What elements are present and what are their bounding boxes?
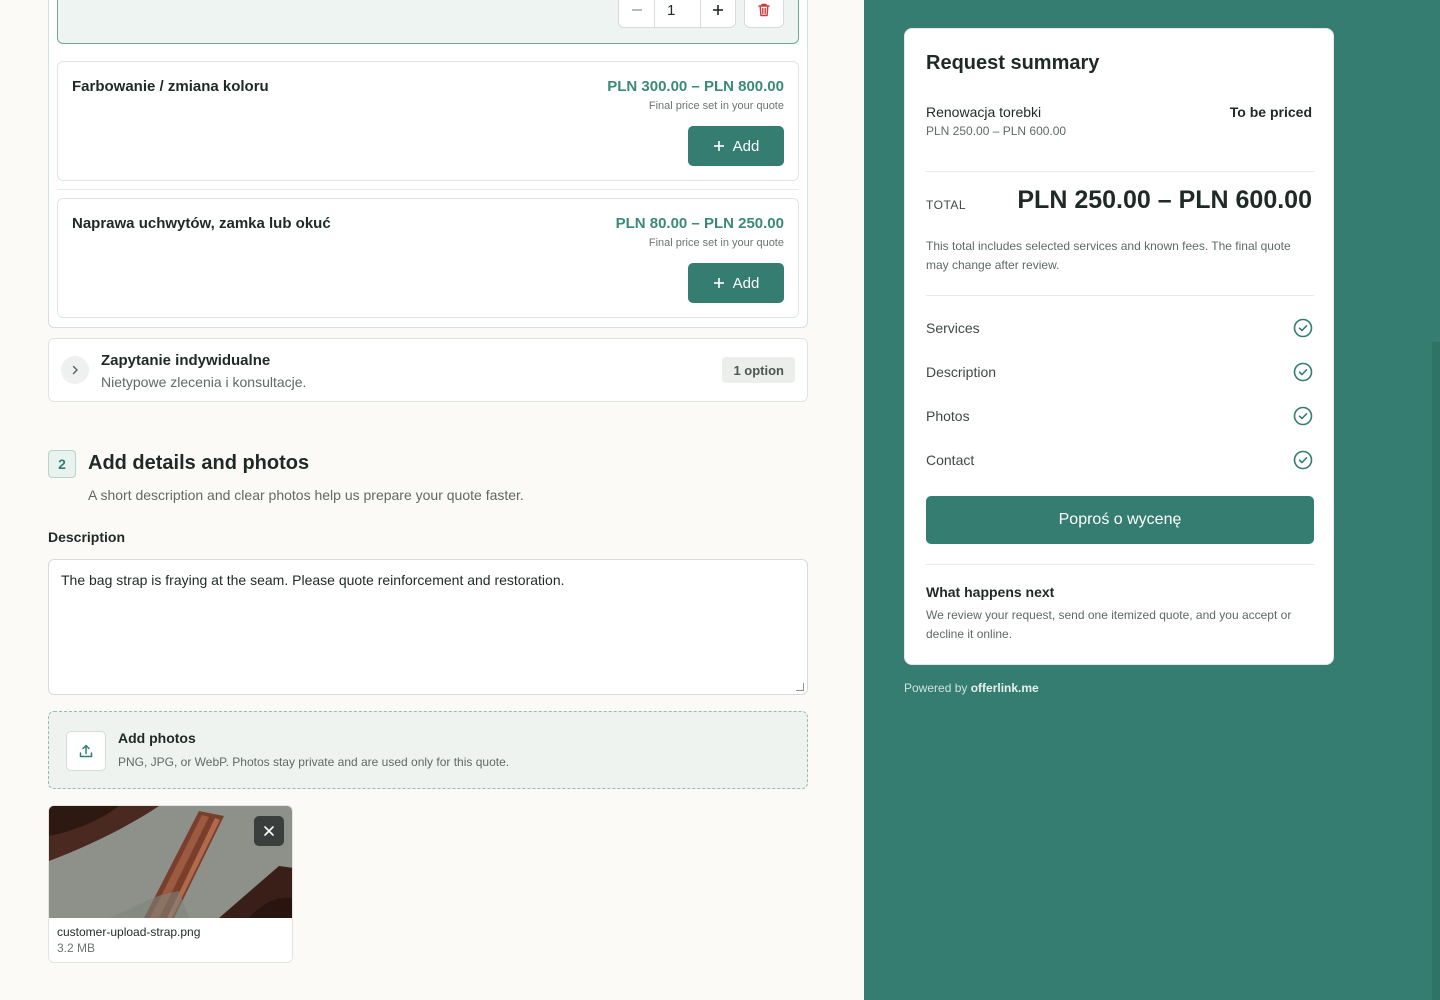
option-count-badge: 1 option (722, 357, 795, 383)
total-note: This total includes selected services an… (926, 239, 1291, 272)
summary-item-range: PLN 250.00 – PLN 600.00 (926, 124, 1067, 138)
plus-icon (713, 141, 724, 151)
add-button-label: Add (732, 137, 760, 155)
checklist-item: Photos (926, 405, 1314, 429)
divider (926, 295, 1314, 296)
close-icon (264, 826, 274, 836)
quantity-stepper[interactable]: 1 (618, 0, 736, 28)
expand-button[interactable] (61, 356, 89, 384)
divider (926, 564, 1314, 565)
decrement-button[interactable] (619, 0, 654, 27)
trash-icon (758, 3, 770, 17)
service-price-note: Final price set in your quote (648, 237, 784, 249)
category-custom-request[interactable]: Zapytanie indywidualne Nietypowe zleceni… (48, 338, 808, 402)
step-number: 2 (48, 450, 76, 478)
powered-prefix: Powered by (904, 681, 968, 695)
checklist-label: Description (926, 364, 997, 380)
upload-icon (79, 744, 93, 758)
add-service-button[interactable]: Add (688, 126, 784, 166)
check-circle-icon (1293, 406, 1313, 426)
request-summary-card: Request summary Renowacja torebki PLN 25… (904, 28, 1334, 665)
category-subtitle: Nietypowe zlecenia i konsultacje. (101, 374, 307, 390)
summary-item-name: Renowacja torebki (926, 104, 1042, 120)
checklist-label: Services (926, 320, 980, 336)
service-name: Naprawa uchwytów, zamka lub okuć (72, 215, 331, 232)
description-label: Description (48, 529, 126, 545)
photo-upload-dropzone[interactable]: Add photos PNG, JPG, or WebP. Photos sta… (48, 711, 808, 789)
description-textarea[interactable]: The bag strap is fraying at the seam. Pl… (48, 559, 808, 695)
next-steps-title: What happens next (926, 584, 1055, 600)
brand-link[interactable]: offerlink.me (971, 681, 1039, 695)
photo-thumbnail-card: customer-upload-strap.png 3.2 MB (48, 805, 293, 963)
divider (57, 189, 799, 190)
summary-item-status: To be priced (1229, 104, 1312, 120)
service-price: PLN 80.00 – PLN 250.00 (615, 215, 784, 232)
service-name: Farbowanie / zmiana koloru (72, 78, 269, 95)
divider (926, 171, 1314, 172)
photo-filesize: 3.2 MB (57, 941, 96, 955)
service-item: Naprawa uchwytów, zamka lub okuć PLN 80.… (57, 198, 799, 318)
quantity-input[interactable]: 1 (654, 0, 700, 27)
description-value: The bag strap is fraying at the seam. Pl… (61, 572, 565, 588)
service-item: Farbowanie / zmiana koloru PLN 300.00 – … (57, 61, 799, 181)
checklist-item: Services (926, 317, 1314, 341)
checklist-label: Contact (926, 452, 975, 468)
photo-filename: customer-upload-strap.png (57, 925, 201, 939)
total-value: PLN 250.00 – PLN 600.00 (1017, 186, 1312, 214)
check-circle-icon (1293, 450, 1313, 470)
section-subtitle: A short description and clear photos hel… (88, 487, 524, 503)
plus-icon (713, 278, 724, 288)
resize-handle[interactable] (796, 683, 804, 691)
total-label: TOTAL (926, 198, 967, 212)
remove-photo-button[interactable] (254, 816, 284, 846)
upload-button[interactable] (66, 731, 106, 771)
remove-service-button[interactable] (744, 0, 784, 28)
upload-hint: PNG, JPG, or WebP. Photos stay private a… (118, 755, 510, 769)
service-price-note: Final price set in your quote (648, 100, 784, 112)
checklist-item: Contact (926, 449, 1314, 473)
next-steps-text: We review your request, send one itemize… (926, 608, 1292, 641)
service-price: PLN 300.00 – PLN 800.00 (607, 78, 784, 95)
checklist-label: Photos (926, 408, 970, 424)
upload-title: Add photos (118, 730, 196, 746)
request-quote-button[interactable]: Poproś o wycenę (926, 496, 1314, 544)
add-service-button[interactable]: Add (688, 263, 784, 303)
category-title: Zapytanie indywidualne (101, 352, 271, 369)
checklist-item: Description (926, 361, 1314, 385)
check-circle-icon (1293, 362, 1313, 382)
section-title: Add details and photos (88, 452, 310, 474)
plus-icon (713, 5, 723, 15)
add-button-label: Add (732, 274, 760, 292)
main-form: 1 Farbowanie / zmiana koloru PLN 300.00 … (0, 0, 864, 1000)
check-circle-icon (1293, 318, 1313, 338)
chevron-right-icon (72, 365, 78, 375)
minus-icon (631, 9, 642, 11)
increment-button[interactable] (700, 0, 735, 27)
summary-title: Request summary (926, 52, 1100, 74)
scrollbar-track[interactable] (1432, 342, 1440, 1000)
powered-by: Powered by offerlink.me (904, 681, 1039, 695)
